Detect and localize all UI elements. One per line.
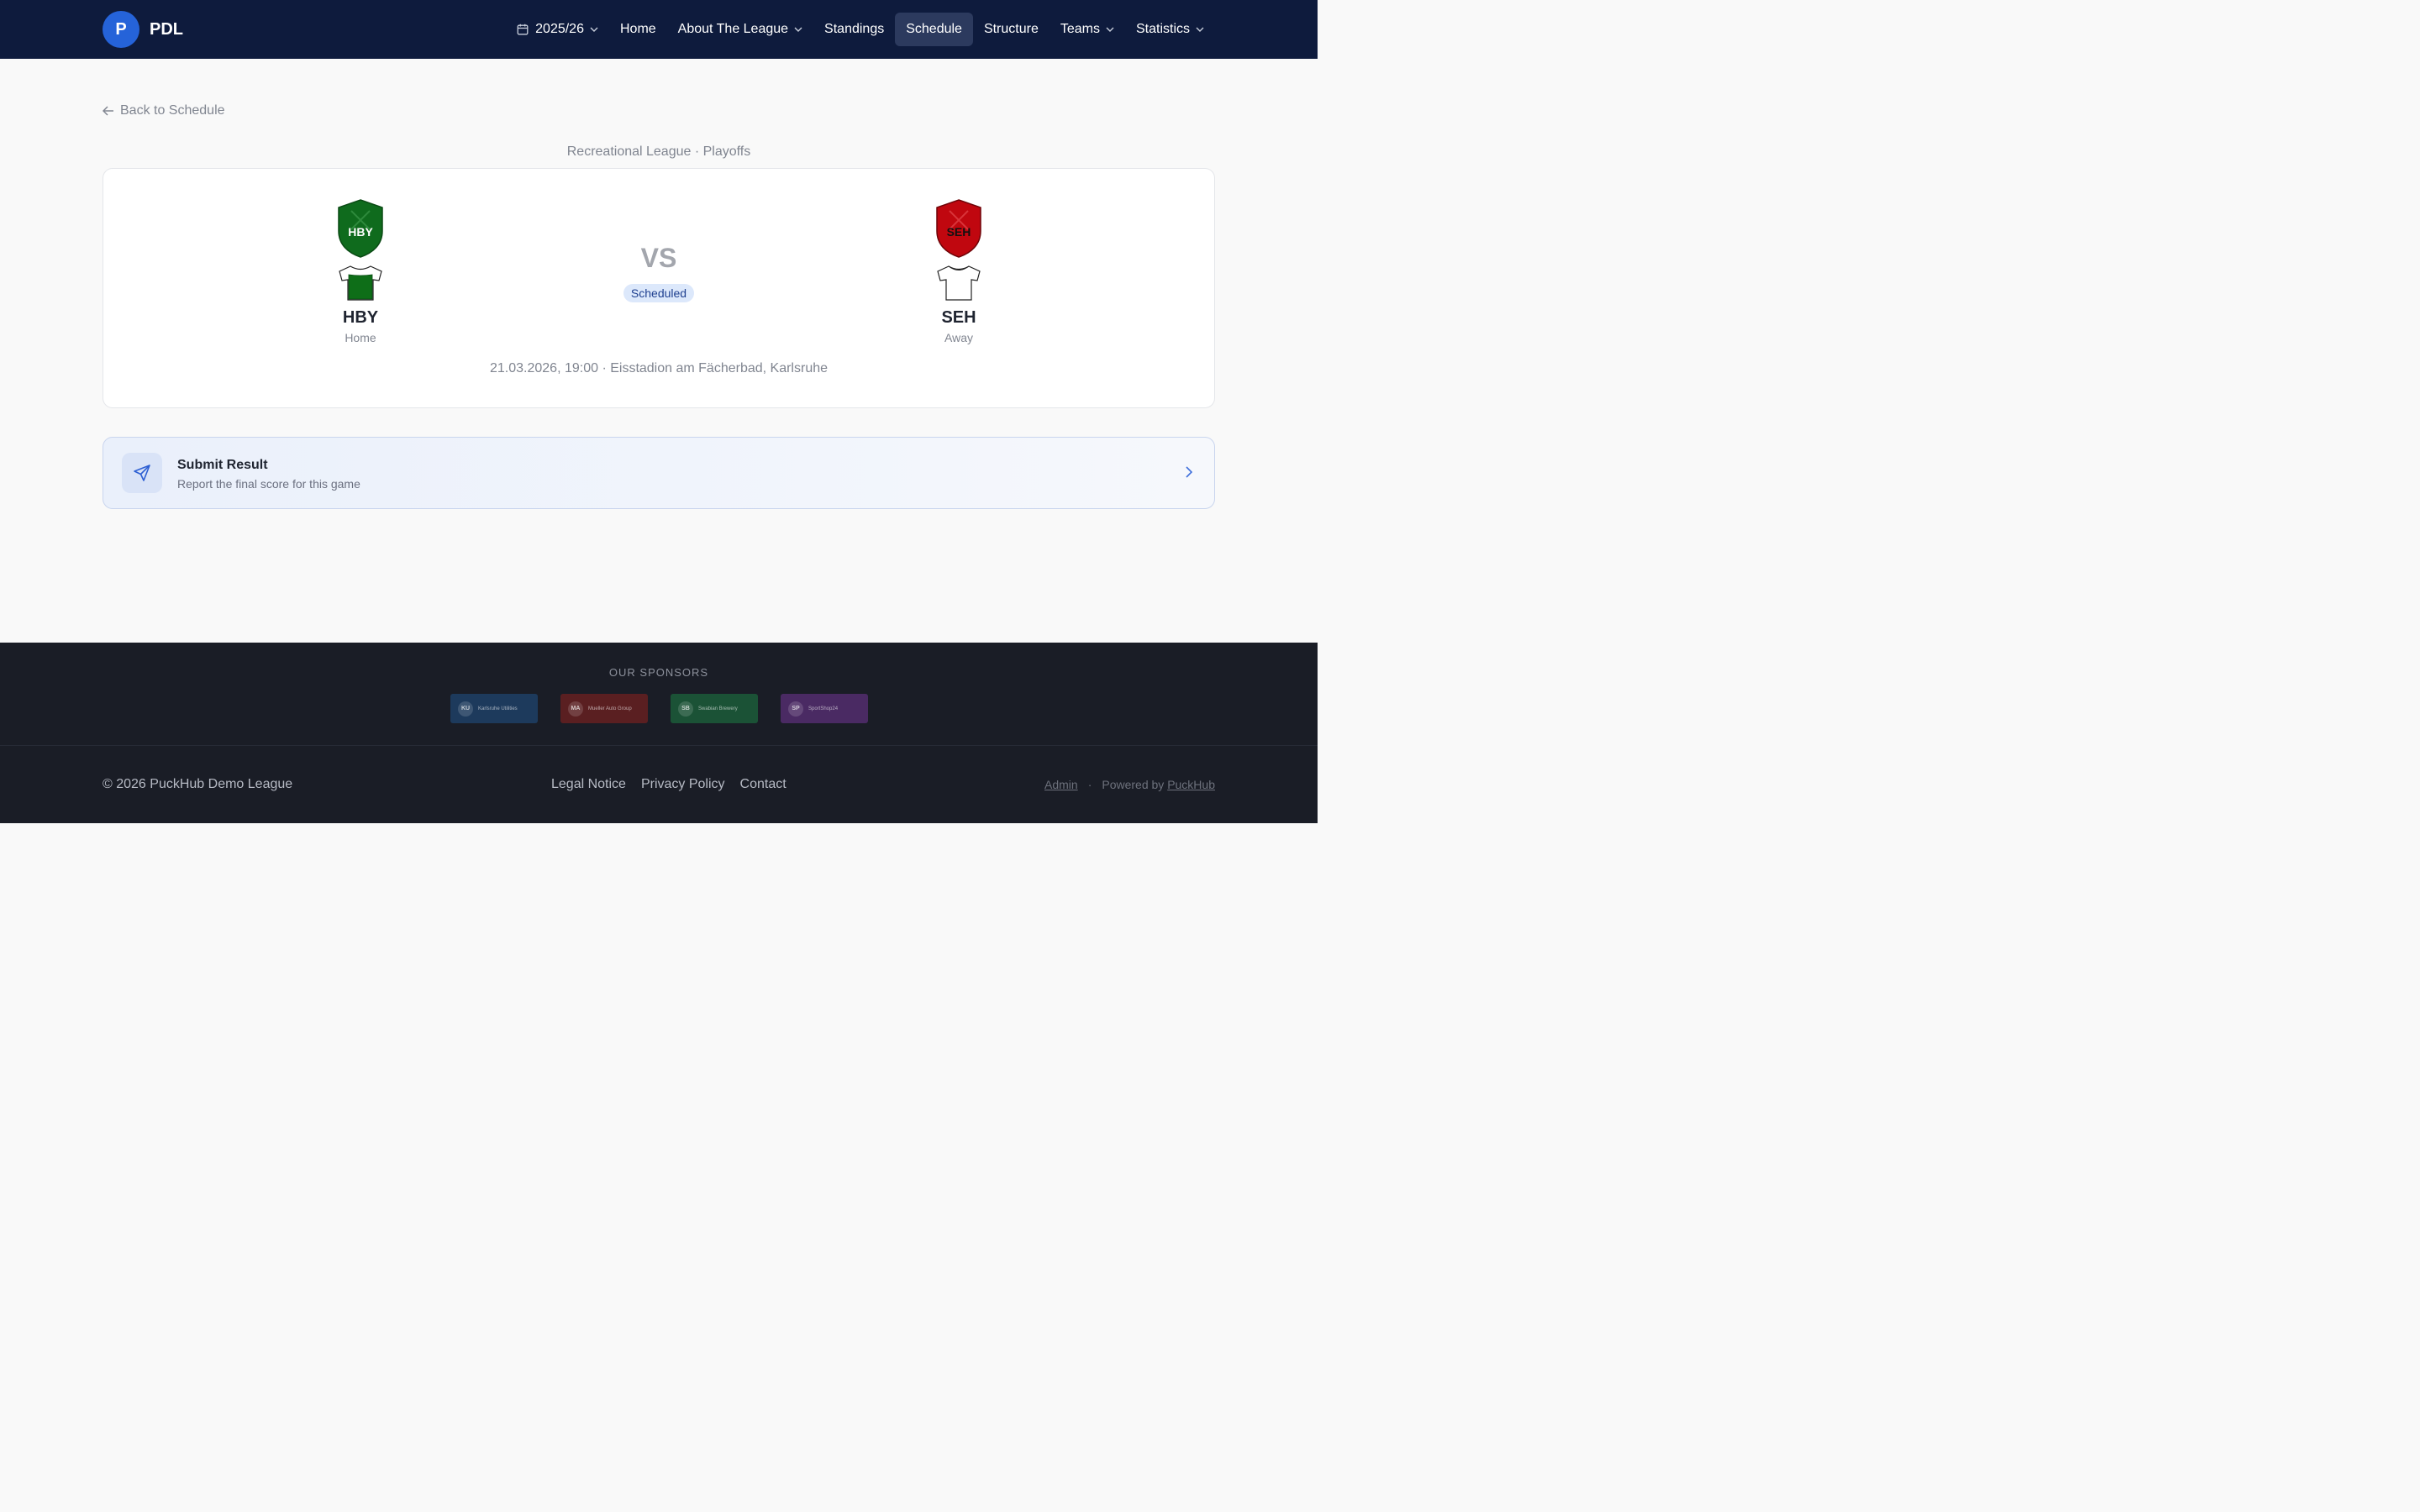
nav-structure[interactable]: Structure <box>973 13 1050 46</box>
nav-teams[interactable]: Teams <box>1050 13 1125 46</box>
back-to-schedule-link[interactable]: Back to Schedule <box>103 103 225 118</box>
nav-teams-label: Teams <box>1060 22 1100 36</box>
copyright-text: © 2026 PuckHub Demo League <box>103 777 293 791</box>
game-subtitle: Recreational League · Playoffs <box>566 144 751 159</box>
away-team-logo: SEH <box>936 199 981 258</box>
nav-standings[interactable]: Standings <box>813 13 895 46</box>
back-link-label: Back to Schedule <box>120 103 225 118</box>
admin-link[interactable]: Admin <box>1044 778 1078 791</box>
footer-divider <box>0 745 1318 746</box>
match-card: HBY HBY Home VS Scheduled SEH SEH Away 2… <box>103 168 1215 408</box>
nav-standings-label: Standings <box>824 22 885 36</box>
season-label: 2025/26 <box>535 22 584 36</box>
chevron-down-icon <box>590 27 598 32</box>
sponsor-name: Swabian Brewery <box>698 706 738 711</box>
sponsor-name: SportShop24 <box>808 706 839 711</box>
legal-notice-link[interactable]: Legal Notice <box>551 777 626 792</box>
top-navbar: P PDL 2025/26 Home About The League Stan… <box>0 0 1318 59</box>
sponsor-mueller-auto-group[interactable]: MA Mueller Auto Group <box>560 694 648 723</box>
puckhub-link[interactable]: PuckHub <box>1167 778 1215 791</box>
footer-links: Legal Notice Privacy Policy Contact <box>551 777 802 792</box>
sponsor-swabian-brewery[interactable]: SB Swabian Brewery <box>671 694 758 723</box>
brand-name[interactable]: PDL <box>150 20 183 39</box>
nav-statistics[interactable]: Statistics <box>1125 13 1215 46</box>
nav-about-the-league[interactable]: About The League <box>667 13 813 46</box>
away-logo-text: SEH <box>947 225 971 239</box>
brand-logo[interactable]: P <box>103 11 139 48</box>
submit-result-title: Submit Result <box>177 458 268 472</box>
game-status-badge: Scheduled <box>623 284 694 302</box>
season-selector[interactable]: 2025/26 <box>506 13 609 46</box>
footer-separator: · <box>1087 778 1092 791</box>
contact-link[interactable]: Contact <box>740 777 786 792</box>
nav-structure-label: Structure <box>983 22 1039 36</box>
home-team-code: HBY <box>342 308 379 327</box>
home-team-role: Home <box>345 331 376 344</box>
sponsor-name: Mueller Auto Group <box>588 706 632 711</box>
sponsor-sportshop24[interactable]: SP SportShop24 <box>781 694 868 723</box>
game-datetime-venue: 21.03.2026, 19:00 · Eisstadion am Fächer… <box>489 361 829 375</box>
nav-schedule-label: Schedule <box>906 22 962 36</box>
footer-meta: Admin · Powered by PuckHub <box>1044 778 1215 791</box>
chevron-down-icon <box>794 27 802 32</box>
footer: OUR SPONSORS KU Karlsruhe Utilities MA M… <box>0 643 1318 823</box>
versus-label: VS <box>640 243 677 273</box>
away-team-code: SEH <box>941 308 976 327</box>
nav-about-label: About The League <box>677 22 789 36</box>
chevron-right-icon <box>1186 466 1192 478</box>
powered-by-text: Powered by <box>1102 778 1165 791</box>
sponsor-name: Karlsruhe Utilities <box>478 706 518 711</box>
sponsor-badge: MA <box>568 701 583 717</box>
away-jersey-icon <box>937 265 981 301</box>
nav-home[interactable]: Home <box>609 13 667 46</box>
submit-icon-box <box>122 453 162 493</box>
submit-result-card[interactable]: Submit Result Report the final score for… <box>103 437 1215 509</box>
away-team[interactable]: SEH SEH Away <box>908 199 1009 344</box>
home-logo-text: HBY <box>348 225 373 239</box>
sponsor-badge: KU <box>458 701 473 717</box>
send-icon <box>134 465 150 481</box>
submit-result-description: Report the final score for this game <box>177 477 360 491</box>
sponsor-list: KU Karlsruhe Utilities MA Mueller Auto G… <box>450 694 868 723</box>
nav-statistics-label: Statistics <box>1135 22 1190 36</box>
sponsors-title: OUR SPONSORS <box>608 666 709 679</box>
nav-schedule[interactable]: Schedule <box>895 13 973 46</box>
chevron-down-icon <box>1196 27 1204 32</box>
nav-home-label: Home <box>619 22 656 36</box>
brand[interactable]: P PDL <box>103 11 183 48</box>
arrow-left-icon <box>103 106 113 116</box>
main-nav: 2025/26 Home About The League Standings … <box>506 13 1215 46</box>
sponsor-badge: SB <box>678 701 693 717</box>
privacy-policy-link[interactable]: Privacy Policy <box>641 777 725 792</box>
sponsor-badge: SP <box>788 701 803 717</box>
away-team-role: Away <box>944 331 973 344</box>
calendar-icon <box>517 24 529 35</box>
sponsor-karlsruhe-utilities[interactable]: KU Karlsruhe Utilities <box>450 694 538 723</box>
chevron-down-icon <box>1106 27 1114 32</box>
